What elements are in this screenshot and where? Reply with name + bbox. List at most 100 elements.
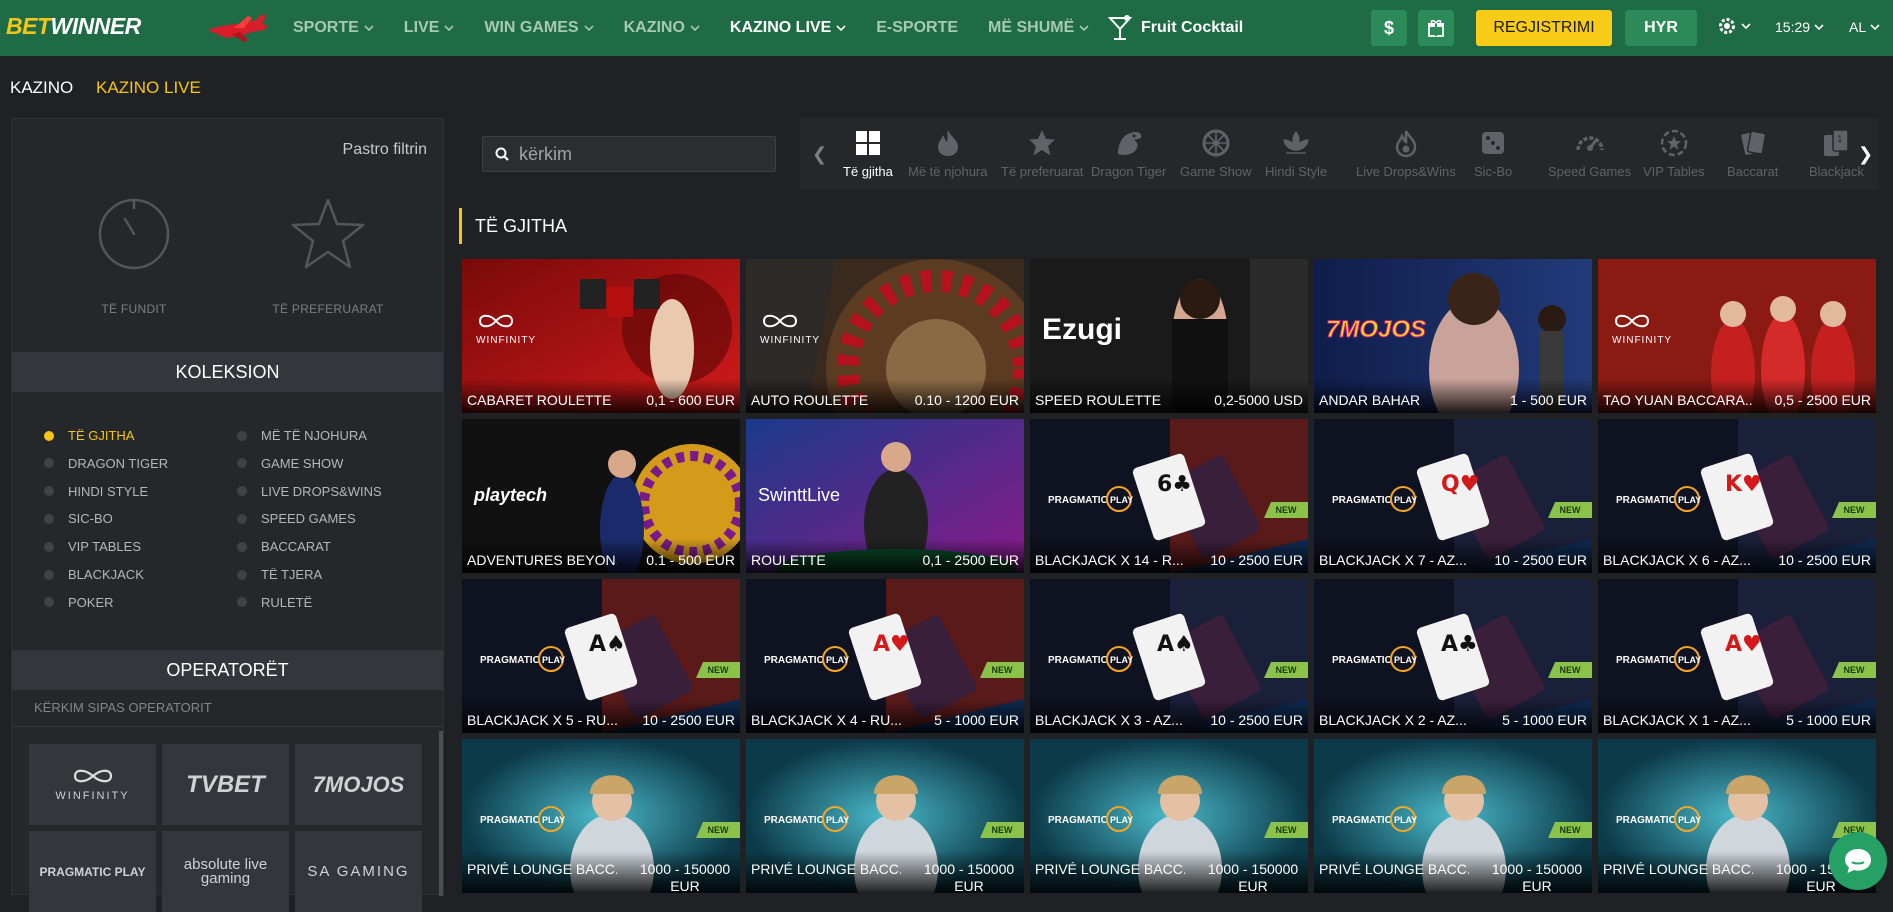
category-tab[interactable]: Baccarat bbox=[1727, 128, 1778, 179]
game-bet-range: 5 - 1000 EUR bbox=[1502, 712, 1587, 728]
collection-item[interactable]: GAME SHOW bbox=[237, 456, 343, 471]
category-tab-label: Më të njohura bbox=[908, 164, 988, 179]
collection-item[interactable]: RULETË bbox=[237, 595, 312, 610]
operator-tile-sa-gaming[interactable]: SA GAMING bbox=[295, 831, 422, 912]
collection-item[interactable]: MË TË NJOHURA bbox=[237, 428, 367, 443]
game-bet-range: 0,2-5000 USD bbox=[1214, 392, 1303, 408]
clock-dropdown[interactable]: 15:29 bbox=[1775, 19, 1824, 35]
category-tab-label: Game Show bbox=[1180, 164, 1252, 179]
category-tab[interactable]: Speed Games bbox=[1548, 128, 1631, 179]
collection-item[interactable]: HINDI STYLE bbox=[44, 484, 148, 499]
tab-kazino[interactable]: KAZINO bbox=[10, 78, 73, 98]
clear-filter-link[interactable]: Pastro filtrin bbox=[343, 141, 427, 159]
language-dropdown[interactable]: AL bbox=[1849, 19, 1880, 35]
nav-item-win-games[interactable]: WIN GAMES bbox=[484, 19, 594, 37]
game-card[interactable]: A♠ PRAGMATIC PLAY NEW BLACKJACK X 3 - AZ... 1… bbox=[1030, 579, 1308, 733]
game-card[interactable]: SwinttLive ROULETTE 0,1 - 2500 EUR bbox=[746, 419, 1024, 573]
sidebar-scrollbar[interactable] bbox=[439, 731, 443, 896]
game-card[interactable]: 7MOJOS ANDAR BAHAR 1 - 500 EUR bbox=[1314, 259, 1592, 413]
favorites-filter[interactable]: TË PREFERUARAT bbox=[258, 197, 398, 316]
aviator-plane-icon[interactable] bbox=[204, 12, 272, 44]
game-card[interactable]: K♥ PRAGMATIC PLAY NEW BLACKJACK X 6 - AZ... 1… bbox=[1598, 419, 1876, 573]
collection-item[interactable]: SPEED GAMES bbox=[237, 511, 356, 526]
recent-games-filter[interactable]: TË FUNDIT bbox=[84, 197, 184, 316]
deposit-button[interactable]: $ bbox=[1371, 10, 1407, 46]
game-bet-range: 10 - 2500 EUR bbox=[1210, 552, 1303, 568]
game-card[interactable]: Q♥ PRAGMATIC PLAY NEW BLACKJACK X 7 - AZ... 1… bbox=[1314, 419, 1592, 573]
operator-tile-7mojos[interactable]: 7MOJOS bbox=[295, 744, 422, 825]
operator-tile-tvbet[interactable]: TVBET bbox=[162, 744, 289, 825]
game-card[interactable]: A♥ PRAGMATIC PLAY NEW BLACKJACK X 4 - RU... 5… bbox=[746, 579, 1024, 733]
category-tab[interactable]: Live Drops&Wins bbox=[1356, 128, 1456, 179]
category-tab[interactable]: Hindi Style bbox=[1265, 128, 1327, 179]
nav-item-e-sporte[interactable]: E-SPORTE bbox=[876, 19, 958, 37]
game-search[interactable] bbox=[482, 136, 776, 172]
game-card[interactable]: WINFINITY AUTO ROULETTE 0.10 - 1200 EUR bbox=[746, 259, 1024, 413]
new-badge: NEW bbox=[980, 662, 1024, 678]
game-bet-range: 10 - 2500 EUR bbox=[1210, 712, 1303, 728]
collection-item[interactable]: DRAGON TIGER bbox=[44, 456, 168, 471]
betwinner-logo[interactable]: BETWINNER bbox=[6, 13, 141, 40]
game-info: PRIVÉ LOUNGE BACC... 1000 - 150000 EUR bbox=[1314, 851, 1592, 893]
game-card[interactable]: WINFINITY TAO YUAN BACCARA... 0,5 - 2500 E… bbox=[1598, 259, 1876, 413]
lotus-icon bbox=[1283, 131, 1309, 154]
nav-item-sporte[interactable]: SPORTE bbox=[293, 19, 374, 37]
cocktail-icon bbox=[1107, 15, 1133, 40]
collection-item[interactable]: BLACKJACK bbox=[44, 567, 144, 582]
operator-tile-pragmatic-play[interactable]: PRAGMATIC PLAY bbox=[29, 831, 156, 912]
gift-button[interactable] bbox=[1418, 10, 1454, 46]
svg-text:PLAY: PLAY bbox=[1678, 815, 1701, 825]
nav-item-kazino-live[interactable]: KAZINO LIVE bbox=[730, 19, 846, 37]
game-card[interactable]: A♥ PRAGMATIC PLAY NEW BLACKJACK X 1 - AZ... 5… bbox=[1598, 579, 1876, 733]
game-card[interactable]: PRAGMATIC PLAY NEW PRIVÉ LOUNGE BACC... 1000… bbox=[1030, 739, 1308, 893]
svg-text:1: 1 bbox=[1837, 135, 1843, 145]
game-card[interactable]: A♣ PRAGMATIC PLAY NEW BLACKJACK X 2 - AZ... 5… bbox=[1314, 579, 1592, 733]
game-card[interactable]: playtech ADVENTURES BEYON... 0.1 - 500 EUR bbox=[462, 419, 740, 573]
collection-item[interactable]: TË GJITHA bbox=[44, 428, 134, 443]
search-input[interactable] bbox=[519, 143, 759, 165]
game-info: BLACKJACK X 5 - RU... 10 - 2500 EUR bbox=[462, 699, 740, 733]
game-card[interactable]: 6♣ PRAGMATIC PLAY NEW BLACKJACK X 14 - R... 1… bbox=[1030, 419, 1308, 573]
chevron-right-icon[interactable]: ❯ bbox=[1858, 144, 1873, 165]
game-bet-range: 5 - 1000 EUR bbox=[1786, 712, 1871, 728]
collection-item[interactable]: VIP TABLES bbox=[44, 539, 141, 554]
collection-item[interactable]: SIC-BO bbox=[44, 511, 113, 526]
fruit-cocktail-link[interactable]: Fruit Cocktail bbox=[1107, 14, 1243, 42]
chevron-left-icon[interactable]: ❮ bbox=[812, 144, 827, 165]
game-card[interactable]: PRAGMATIC PLAY NEW PRIVÉ LOUNGE BACC... 1000… bbox=[746, 739, 1024, 893]
collection-item[interactable]: TË TJERA bbox=[237, 567, 322, 582]
operator-search-input[interactable]: KËRKIM SIPAS OPERATORIT bbox=[12, 689, 443, 727]
login-button[interactable]: HYR bbox=[1625, 10, 1697, 46]
game-card[interactable]: Ezugi SPEED ROULETTE 0,2-5000 USD bbox=[1030, 259, 1308, 413]
collection-item[interactable]: POKER bbox=[44, 595, 114, 610]
game-name: TAO YUAN BACCARA... bbox=[1603, 392, 1753, 408]
nav-item-më-shumë[interactable]: MË SHUMË bbox=[988, 19, 1089, 37]
category-tab[interactable]: Dragon Tiger bbox=[1091, 128, 1166, 179]
category-tab[interactable]: 1 Blackjack bbox=[1809, 128, 1864, 179]
settings-dropdown[interactable] bbox=[1717, 16, 1751, 36]
game-card[interactable]: PRAGMATIC PLAY NEW PRIVÉ LOUNGE BACC... 1000… bbox=[1314, 739, 1592, 893]
operator-tile-winfinity[interactable]: WINFINITY bbox=[29, 744, 156, 825]
category-tab[interactable]: Game Show bbox=[1180, 128, 1252, 179]
nav-item-live[interactable]: LIVE bbox=[404, 19, 455, 37]
game-card[interactable]: WINFINITY CABARET ROULETTE 0,1 - 600 EUR bbox=[462, 259, 740, 413]
category-tab[interactable]: Të preferuarat bbox=[1001, 128, 1083, 179]
collection-item[interactable]: LIVE DROPS&WINS bbox=[237, 484, 382, 499]
game-card[interactable]: A♠ PRAGMATIC PLAY NEW BLACKJACK X 5 - RU... 1… bbox=[462, 579, 740, 733]
tab-kazino-live[interactable]: KAZINO LIVE bbox=[96, 78, 201, 98]
svg-text:Ezugi: Ezugi bbox=[1042, 313, 1122, 346]
operator-tile-absolute-live-gaming[interactable]: absolute live gaming bbox=[162, 831, 289, 912]
category-tab[interactable]: Më të njohura bbox=[908, 128, 988, 179]
category-tab[interactable]: Sic-Bo bbox=[1474, 128, 1512, 179]
blackjack-cards-icon: 1 bbox=[1824, 129, 1850, 156]
new-badge: NEW bbox=[1548, 502, 1592, 518]
nav-item-kazino[interactable]: KAZINO bbox=[624, 19, 700, 37]
collection-item[interactable]: BACCARAT bbox=[237, 539, 331, 554]
register-button[interactable]: REGJISTRIMI bbox=[1476, 10, 1612, 46]
game-card[interactable]: PRAGMATIC PLAY NEW PRIVÉ LOUNGE BACC... 1000… bbox=[462, 739, 740, 893]
category-tab[interactable]: VIP Tables bbox=[1643, 128, 1705, 179]
chat-button[interactable] bbox=[1829, 832, 1887, 890]
chevron-down-icon bbox=[1741, 23, 1751, 30]
category-tab[interactable]: Të gjitha bbox=[843, 128, 893, 179]
svg-text:7MOJOS: 7MOJOS bbox=[1326, 316, 1426, 343]
